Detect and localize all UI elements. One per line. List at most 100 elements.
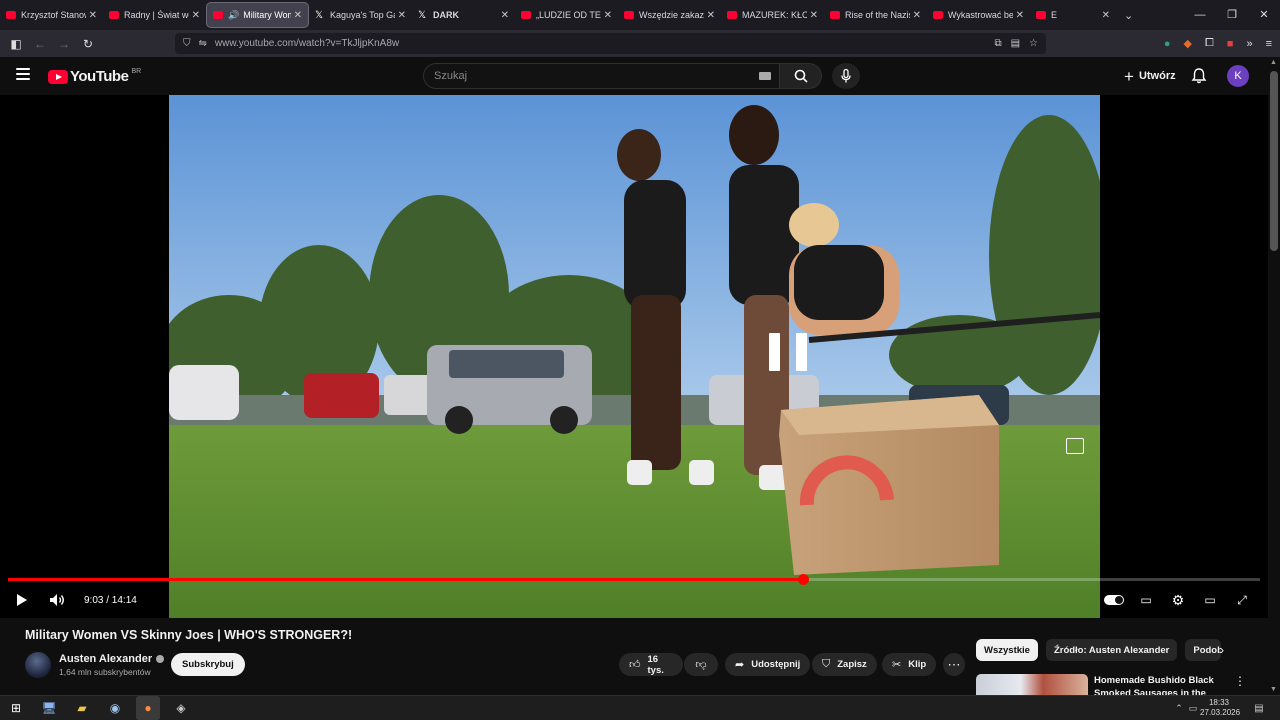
chevron-right-icon[interactable]: › (1220, 643, 1224, 657)
steam-icon[interactable]: ◉ (106, 699, 124, 717)
notifications-bell-icon[interactable] (1190, 67, 1208, 85)
speaker-icon[interactable]: 🔊 (228, 10, 239, 21)
close-tab-icon[interactable]: ✕ (398, 10, 406, 21)
browser-tab[interactable]: 𝕏 DARK ✕ (412, 2, 515, 28)
close-tab-icon[interactable]: ✕ (294, 10, 302, 21)
close-tab-icon[interactable]: ✕ (89, 10, 97, 21)
page-scrollbar[interactable]: ▲ ▼ (1268, 57, 1280, 695)
play-button[interactable] (12, 589, 32, 611)
close-tab-icon[interactable]: ✕ (501, 10, 509, 21)
close-tab-icon[interactable]: ✕ (604, 10, 612, 21)
browser-tab-active[interactable]: 🔊Military Women VS✕ (206, 2, 309, 28)
file-explorer-icon[interactable]: ▰ (73, 699, 91, 717)
scrollbar-thumb[interactable] (1270, 71, 1278, 251)
close-tab-icon[interactable]: ✕ (192, 10, 200, 21)
channel-name-link[interactable]: Austen Alexander (59, 653, 165, 665)
browser-tab[interactable]: 𝕏 Kaguya's Top Gal ✕ (309, 2, 412, 28)
browser-tab[interactable]: Rise of the Nazis ✕ (824, 2, 927, 28)
window-controls: — ❐ ✕ (1184, 0, 1280, 30)
voice-search-button[interactable] (832, 63, 860, 89)
browser-tab[interactable]: MAZUREK: KŁODZ✕ (721, 2, 824, 28)
autoplay-toggle[interactable] (1103, 589, 1125, 611)
browser-tab[interactable]: Krzysztof Stanowski✕ (0, 2, 103, 28)
keyboard-icon[interactable] (759, 72, 771, 80)
close-tab-icon[interactable]: ✕ (707, 10, 715, 21)
bookmark-icon: ⛉ (822, 658, 831, 670)
permissions-icon[interactable]: ⇋ (199, 38, 207, 49)
system-clock[interactable]: 18:33 27.03.2026 (1200, 698, 1240, 718)
like-button[interactable]: 👍︎ 16 tys. (619, 653, 683, 676)
restore-icon[interactable]: ❐ (1216, 0, 1248, 30)
fullscreen-icon[interactable]: ⤢ (1232, 589, 1252, 611)
recommendation-thumbnail[interactable] (976, 674, 1088, 696)
forward-icon[interactable]: → (52, 37, 76, 51)
hamburger-menu-icon[interactable] (16, 68, 30, 80)
dislike-button[interactable]: 👎︎ (684, 653, 718, 676)
volume-button[interactable] (46, 589, 68, 611)
close-tab-icon[interactable]: ✕ (1016, 10, 1024, 21)
chip-source[interactable]: Źródło: Austen Alexander (1045, 639, 1178, 661)
reload-icon[interactable]: ↻ (76, 37, 100, 51)
overflow-chevron-icon[interactable]: » (1246, 38, 1252, 50)
computer-icon[interactable]: 🖥︎ (40, 699, 58, 717)
theater-mode-icon[interactable]: ▭ (1200, 589, 1220, 611)
progress-bar[interactable] (8, 574, 1260, 585)
back-icon[interactable]: ← (28, 37, 52, 51)
country-code: BR (131, 68, 142, 75)
more-actions-icon[interactable]: ⋯ (943, 653, 965, 676)
extensions-puzzle-icon[interactable]: ⧠ (1205, 37, 1214, 50)
youtube-logo[interactable]: YouTube BR (48, 68, 141, 85)
close-tab-icon[interactable]: ✕ (913, 10, 921, 21)
menu-icon[interactable]: ≡ (1266, 38, 1272, 50)
privacy-extension-icon[interactable]: ● (1164, 38, 1171, 50)
browser-tab[interactable]: Wszędzie zakazy ✕ (618, 2, 721, 28)
miniplayer-icon[interactable] (1066, 438, 1084, 454)
url-bar[interactable]: ⛉ ⇋ www.youtube.com/watch?v=TkJljpKnA8w … (175, 33, 1046, 54)
adblock-icon[interactable]: ■ (1227, 38, 1234, 50)
youtube-icon (521, 11, 531, 19)
close-tab-icon[interactable]: ✕ (810, 10, 818, 21)
bookmark-star-icon[interactable]: ☆ (1029, 38, 1038, 49)
video-frame[interactable] (169, 95, 1100, 618)
close-tab-icon[interactable]: ✕ (1102, 10, 1110, 21)
save-button[interactable]: ⛉ Zapisz (812, 653, 877, 676)
firefox-icon[interactable]: ● (139, 699, 157, 717)
browser-tab[interactable]: Radny | Świat według✕ (103, 2, 206, 28)
tab-list-chevron-icon[interactable]: ⌄ (1124, 9, 1133, 22)
subtitles-icon[interactable]: ▭ (1136, 589, 1156, 611)
windows-start-icon[interactable]: ⊞ (7, 699, 25, 717)
app-icon[interactable]: ◈ (172, 699, 190, 717)
progress-knob[interactable] (798, 574, 809, 585)
search-input[interactable] (434, 70, 759, 82)
search-box (423, 63, 780, 89)
chip-related[interactable]: Podobne (1185, 639, 1222, 661)
search-icon (794, 69, 808, 83)
youtube-icon (109, 11, 119, 19)
clip-button[interactable]: ✂ Klip (882, 653, 937, 676)
minimize-icon[interactable]: — (1184, 0, 1216, 30)
subscribe-button[interactable]: Subskrybuj (171, 653, 245, 676)
extension-icon[interactable]: ◆ (1184, 37, 1192, 50)
settings-gear-icon[interactable]: ⚙ (1168, 589, 1188, 611)
notifications-icon[interactable]: ▤ (1250, 699, 1268, 717)
shield-icon[interactable]: ⛉ (183, 38, 191, 49)
url-text[interactable]: www.youtube.com/watch?v=TkJljpKnA8w (215, 38, 986, 49)
scroll-down-icon[interactable]: ▼ (1270, 686, 1277, 693)
picture-in-picture-icon[interactable]: ⧉ (994, 38, 1001, 49)
video-player[interactable]: 9:03 / 14:14 ▭ ⚙ ▭ ⤢ (0, 95, 1268, 618)
scroll-up-icon[interactable]: ▲ (1270, 59, 1277, 66)
chip-all[interactable]: Wszystkie (976, 639, 1038, 661)
account-avatar[interactable]: K (1227, 65, 1249, 87)
close-window-icon[interactable]: ✕ (1248, 0, 1280, 30)
share-button[interactable]: ➦ Udostępnij (725, 653, 811, 676)
create-button[interactable]: + Utwórz (1114, 63, 1186, 89)
browser-tab[interactable]: „LUDZIE OD TEGO✕ (515, 2, 618, 28)
channel-avatar[interactable] (25, 652, 51, 678)
x-icon: 𝕏 (418, 9, 427, 21)
browser-tab[interactable]: Wykastrować bez ✕ (927, 2, 1030, 28)
browser-tab[interactable]: E ✕ (1030, 2, 1116, 28)
search-button[interactable] (780, 63, 822, 89)
recommendation-menu-icon[interactable]: ⋮ (1234, 674, 1246, 688)
sidebar-toggle-icon[interactable]: ◧ (4, 37, 28, 51)
reader-view-icon[interactable]: ▤ (1011, 38, 1020, 49)
